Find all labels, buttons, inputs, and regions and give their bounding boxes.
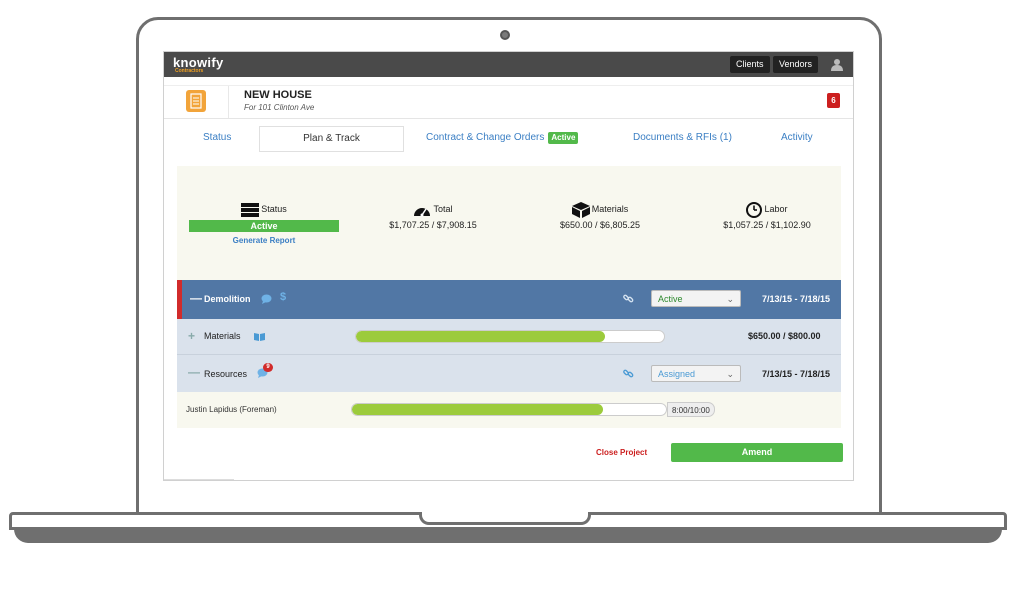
stat-labor: Labor $1,057.25 / $1,102.90 (692, 200, 842, 230)
tab-contract-label: Contract & Change Orders (426, 132, 544, 143)
app-logo-sub: Contractors (175, 68, 203, 74)
camera (500, 30, 510, 40)
stat-status: Status Active Generate Report (189, 200, 339, 245)
top-bar: knowify Contractors Clients Vendors (164, 52, 853, 77)
materials-progress-bar (355, 330, 665, 343)
project-title: NEW HOUSE (244, 89, 312, 101)
project-subtitle: For 101 Clinton Ave (244, 103, 314, 112)
user-icon[interactable] (831, 58, 843, 71)
book-icon[interactable] (254, 332, 265, 341)
tab-activity[interactable]: Activity (781, 126, 813, 150)
chat-icon[interactable] (261, 294, 272, 304)
resources-chevron-down-icon: ⌄ (726, 366, 734, 383)
resources-status-value: Assigned (658, 369, 695, 379)
box-icon (572, 202, 590, 218)
resources-row: — Resources 9 Assigned ⌄ 7/13/15 - 7/18/… (177, 355, 841, 392)
tab-plan-track[interactable]: Plan & Track (259, 126, 404, 152)
project-document-icon (186, 90, 206, 112)
collapse-icon[interactable]: — (190, 291, 202, 305)
phase-row-demolition[interactable]: — Demolition $ Active ⌄ 7/13/15 - 7/18/1… (177, 280, 841, 319)
expand-icon[interactable]: + (188, 329, 195, 343)
generate-report-link[interactable]: Generate Report (189, 236, 339, 245)
stat-materials: Materials $650.00 / $6,805.25 (525, 200, 675, 230)
clock-icon (746, 202, 762, 218)
stat-materials-label: Materials (592, 204, 629, 214)
worker-time: 8:00/10:00 (667, 402, 715, 417)
materials-progress-fill (356, 331, 605, 342)
stat-total: Total $1,707.25 / $7,908.15 (358, 200, 508, 230)
materials-amount: $650.00 / $800.00 (748, 331, 821, 341)
status-active-bar: Active (189, 220, 339, 232)
stat-labor-value: $1,057.25 / $1,102.90 (692, 220, 842, 230)
resources-dates: 7/13/15 - 7/18/15 (762, 369, 830, 379)
phase-status-value: Active (658, 294, 683, 304)
stat-status-label: Status (261, 204, 287, 214)
clients-button[interactable]: Clients (730, 56, 770, 73)
laptop-base-bottom (14, 529, 1002, 543)
tab-contract-change-orders[interactable]: Contract & Change Orders Active (426, 126, 578, 150)
project-tabs: Status Plan & Track Contract & Change Or… (164, 126, 853, 152)
resources-chat-badge: 9 (263, 363, 273, 372)
dollar-icon[interactable]: $ (280, 291, 286, 303)
tab-documents-rfis[interactable]: Documents & RFIs (1) (633, 126, 732, 150)
worker-row: Justin Lapidus (Foreman) 8:00/10:00 (177, 392, 841, 428)
app-screen: knowify Contractors Clients Vendors NEW … (163, 51, 854, 481)
project-header: NEW HOUSE For 101 Clinton Ave 6 (164, 85, 853, 119)
stat-labor-label: Labor (764, 204, 787, 214)
server-icon (241, 203, 259, 217)
phase-dates: 7/13/15 - 7/18/15 (762, 294, 830, 304)
phase-alert-bar (177, 280, 182, 319)
materials-label: Materials (204, 331, 241, 341)
resources-label: Resources (204, 369, 247, 379)
phase-status-select[interactable]: Active ⌄ (651, 290, 741, 307)
vendors-button[interactable]: Vendors (773, 56, 818, 73)
header-divider (228, 86, 229, 118)
tab-status[interactable]: Status (203, 126, 231, 150)
materials-row: + Materials $650.00 / $800.00 (177, 319, 841, 355)
phase-name: Demolition (204, 294, 251, 304)
worker-progress-fill (352, 404, 603, 415)
summary-panel: Status Active Generate Report Total $1,7… (177, 166, 841, 280)
dashboard-gauge-icon (413, 203, 431, 217)
collapse-resources-icon[interactable]: — (188, 365, 200, 379)
stat-materials-value: $650.00 / $6,805.25 (525, 220, 675, 230)
close-project-link[interactable]: Close Project (596, 448, 647, 457)
link-icon[interactable] (623, 293, 634, 304)
amend-button[interactable]: Amend (671, 443, 843, 462)
laptop-notch (419, 512, 591, 525)
notification-badge[interactable]: 6 (827, 93, 840, 108)
worker-name: Justin Lapidus (Foreman) (186, 405, 277, 414)
bottom-divider (164, 479, 234, 480)
stat-total-label: Total (433, 204, 452, 214)
stat-total-value: $1,707.25 / $7,908.15 (358, 220, 508, 230)
resources-link-icon[interactable] (623, 368, 634, 379)
chevron-down-icon: ⌄ (726, 291, 734, 308)
worker-progress-bar (351, 403, 667, 416)
resources-status-select[interactable]: Assigned ⌄ (651, 365, 741, 382)
contract-active-badge: Active (548, 132, 578, 144)
